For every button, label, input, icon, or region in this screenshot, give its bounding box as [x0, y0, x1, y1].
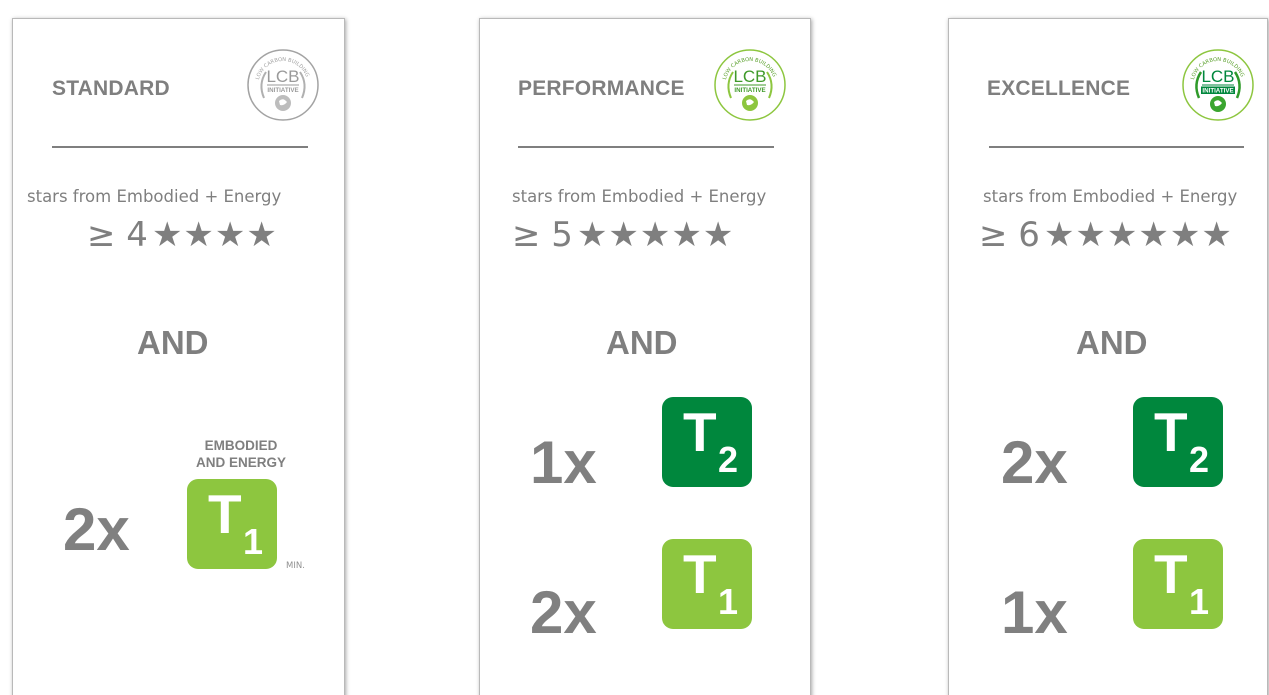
stars-subtitle: stars from Embodied + Energy [27, 187, 282, 206]
card-title: EXCELLENCE [987, 77, 1131, 100]
lcb-initiative-logo-grey: LOW CARBON BUILDING LCB INITIATIVE [247, 49, 319, 121]
multiplier: 1x [1001, 579, 1068, 646]
lcb-initiative-logo-green: LOW CARBON BUILDING LCB INITIATIVE [1182, 49, 1254, 121]
star-icons: ★★★★★★ [1043, 215, 1233, 255]
svg-text:LCB: LCB [733, 67, 766, 86]
divider [989, 146, 1244, 148]
threshold-value: ≥ 6 [979, 215, 1040, 255]
svg-text:INITIATIVE: INITIATIVE [734, 87, 765, 94]
minimum-note: MIN. [286, 561, 305, 571]
svg-text:INITIATIVE: INITIATIVE [267, 87, 298, 94]
tier1-tile: T1 [662, 539, 752, 629]
multiplier: 2x [530, 579, 597, 646]
divider [52, 146, 308, 148]
card-title: STANDARD [52, 77, 170, 100]
tile-caption: EMBODIED AND ENERGY [195, 438, 286, 470]
tier1-tile: T1 [187, 479, 277, 569]
multiplier: 2x [1001, 429, 1068, 496]
star-threshold: ≥ 5 ★★★★★ [512, 215, 734, 255]
card-standard: STANDARD LOW CARBON BUILDING LCB INITIAT… [12, 18, 345, 695]
svg-text:INITIATIVE: INITIATIVE [1202, 88, 1233, 95]
and-connector: AND [606, 324, 678, 361]
multiplier: 2x [63, 496, 130, 563]
star-icons: ★★★★ [151, 215, 278, 255]
lcb-initiative-logo-green: LOW CARBON BUILDING LCB INITIATIVE [714, 49, 786, 121]
divider [518, 146, 774, 148]
svg-text:LCB: LCB [266, 67, 299, 86]
star-threshold: ≥ 6 ★★★★★★ [979, 215, 1233, 255]
card-excellence: EXCELLENCE LOW CARBON BUILDING LCB INITI… [948, 18, 1268, 695]
and-connector: AND [1076, 324, 1148, 361]
threshold-value: ≥ 4 [87, 215, 148, 255]
star-threshold: ≥ 4 ★★★★ [87, 215, 278, 255]
stars-subtitle: stars from Embodied + Energy [983, 187, 1238, 206]
certification-levels: STANDARD LOW CARBON BUILDING LCB INITIAT… [0, 0, 1269, 695]
multiplier: 1x [530, 429, 597, 496]
tier1-tile: T1 [1133, 539, 1223, 629]
svg-text:LCB: LCB [1201, 67, 1234, 86]
and-connector: AND [137, 324, 209, 361]
stars-subtitle: stars from Embodied + Energy [512, 187, 767, 206]
tier2-tile: T2 [1133, 397, 1223, 487]
tier2-tile: T2 [662, 397, 752, 487]
card-performance: PERFORMANCE LOW CARBON BUILDING LCB INIT… [479, 18, 811, 695]
threshold-value: ≥ 5 [512, 215, 573, 255]
card-title: PERFORMANCE [518, 77, 685, 100]
star-icons: ★★★★★ [576, 215, 735, 255]
